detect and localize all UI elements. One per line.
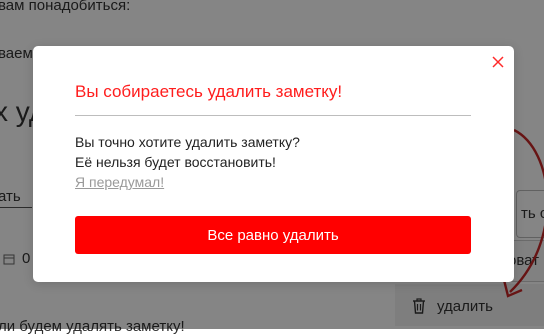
confirm-delete-button[interactable]: Все равно удалить xyxy=(75,216,471,254)
dialog-divider xyxy=(75,115,471,116)
dialog-title: Вы собираетесь удалить заметку! xyxy=(75,82,343,101)
cancel-link[interactable]: Я передумал! xyxy=(75,174,164,190)
close-icon[interactable] xyxy=(489,53,507,71)
dialog-warning: Её нельзя будет восстановить! xyxy=(75,154,276,170)
delete-confirm-dialog: Вы собираетесь удалить заметку! Вы точно… xyxy=(33,46,514,282)
dialog-question: Вы точно хотите удалить заметку? xyxy=(75,134,300,150)
